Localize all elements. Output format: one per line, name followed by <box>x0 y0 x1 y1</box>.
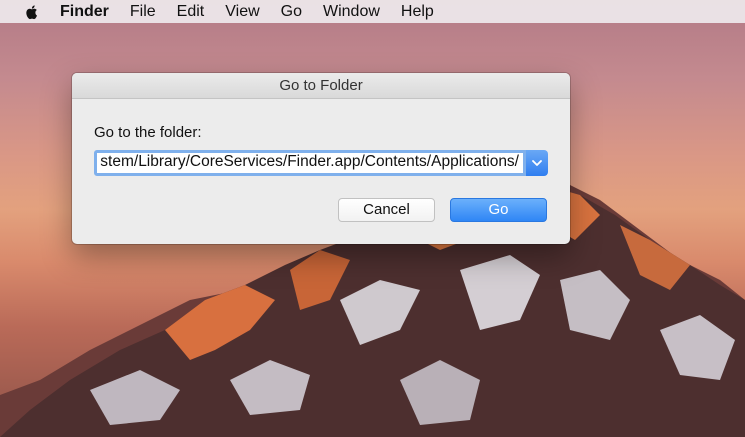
folder-path-text: stem/Library/CoreServices/Finder.app/Con… <box>100 153 519 170</box>
menu-go[interactable]: Go <box>281 0 302 23</box>
cancel-button[interactable]: Cancel <box>338 198 435 222</box>
folder-path-combobox: stem/Library/CoreServices/Finder.app/Con… <box>94 150 548 176</box>
menu-file[interactable]: File <box>130 0 156 23</box>
chevron-down-icon <box>532 160 542 166</box>
menu-help[interactable]: Help <box>401 0 434 23</box>
go-to-folder-dialog: Go to Folder Go to the folder: stem/Libr… <box>72 73 570 244</box>
go-button[interactable]: Go <box>450 198 547 222</box>
dialog-title: Go to Folder <box>72 73 570 99</box>
path-history-dropdown-button[interactable] <box>526 150 548 176</box>
folder-path-input[interactable]: stem/Library/CoreServices/Finder.app/Con… <box>94 150 526 176</box>
folder-prompt-label: Go to the folder: <box>94 124 202 141</box>
menu-finder[interactable]: Finder <box>60 0 109 23</box>
menu-window[interactable]: Window <box>323 0 380 23</box>
menu-bar: Finder File Edit View Go Window Help <box>0 0 745 23</box>
menu-view[interactable]: View <box>225 0 259 23</box>
menu-edit[interactable]: Edit <box>177 0 205 23</box>
apple-logo-icon[interactable] <box>23 3 41 21</box>
